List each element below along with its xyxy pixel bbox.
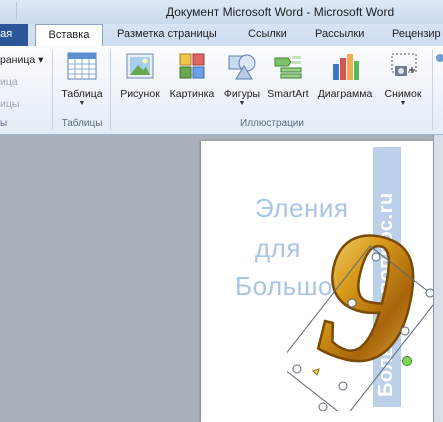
tab-mailings[interactable]: Рассылки [315, 28, 364, 40]
picture-button-label: Рисунок [120, 88, 160, 100]
smartart-button[interactable]: SmartArt [264, 50, 312, 100]
cover-page-button[interactable]: ицы [0, 98, 19, 110]
vertical-ruler[interactable] [433, 135, 443, 422]
globe-icon [436, 54, 443, 62]
group-separator [432, 50, 433, 130]
document-page[interactable]: Большой-вопрос.ru Эления для Большой 9 [201, 141, 433, 422]
title-bar: Документ Microsoft Word - Microsoft Word [0, 0, 443, 24]
chevron-down-icon: ▼ [399, 100, 407, 107]
blank-page-button[interactable]: ица [0, 76, 18, 88]
tab-insert[interactable]: Вставка [35, 24, 103, 47]
smartart-button-label: SmartArt [267, 88, 309, 100]
screenshot-button[interactable]: Снимок ▼ [378, 50, 428, 108]
ribbon-tabs: ная Вставка Разметка страницы Ссылки Рас… [0, 24, 443, 47]
pages-group-label: ы [0, 118, 8, 129]
links-button[interactable] [436, 54, 443, 62]
clipart-button-label: Картинка [169, 88, 215, 100]
wordart-object[interactable]: 9 [287, 211, 433, 411]
clipart-icon [176, 50, 208, 82]
table-button[interactable]: Таблица ▼ [56, 50, 108, 108]
tab-references[interactable]: Ссылки [248, 28, 287, 40]
rotation-handle-icon[interactable] [402, 356, 412, 366]
tab-page-layout[interactable]: Разметка страницы [117, 28, 217, 40]
illustrations-group-label: Иллюстрации [240, 118, 304, 129]
screenshot-icon [387, 50, 419, 82]
window-title: Документ Microsoft Word - Microsoft Word [166, 5, 395, 19]
shapes-button-label: Фигуры [223, 88, 261, 100]
smartart-icon [272, 50, 304, 82]
chart-button-label: Диаграмма [317, 88, 373, 100]
chart-button[interactable]: Диаграмма [313, 50, 377, 100]
bar-chart-icon [329, 50, 361, 82]
screenshot-button-label: Снимок [384, 88, 422, 100]
group-separator [52, 50, 53, 130]
shapes-icon [226, 50, 258, 82]
shapes-button[interactable]: Фигуры ▼ [219, 50, 265, 108]
table-button-label: Таблица [61, 88, 103, 100]
tab-home[interactable]: ная [0, 24, 28, 46]
picture-icon [124, 50, 156, 82]
page-break-button[interactable]: раница ▾ [0, 54, 43, 66]
clipart-button[interactable]: Картинка [166, 50, 218, 100]
chevron-down-icon: ▼ [78, 100, 86, 107]
chevron-down-icon: ▼ [238, 100, 246, 107]
picture-button[interactable]: Рисунок [116, 50, 164, 100]
ribbon: раница ▾ ица ицы ы Таблица ▼ Таблицы Рис… [0, 46, 443, 135]
group-separator [110, 50, 111, 130]
wordart-text: 9 [298, 211, 433, 411]
tables-group-label: Таблицы [61, 118, 103, 129]
table-icon [66, 50, 98, 82]
tab-review[interactable]: Рецензир [392, 28, 441, 40]
quick-access-toolbar[interactable] [2, 2, 17, 20]
